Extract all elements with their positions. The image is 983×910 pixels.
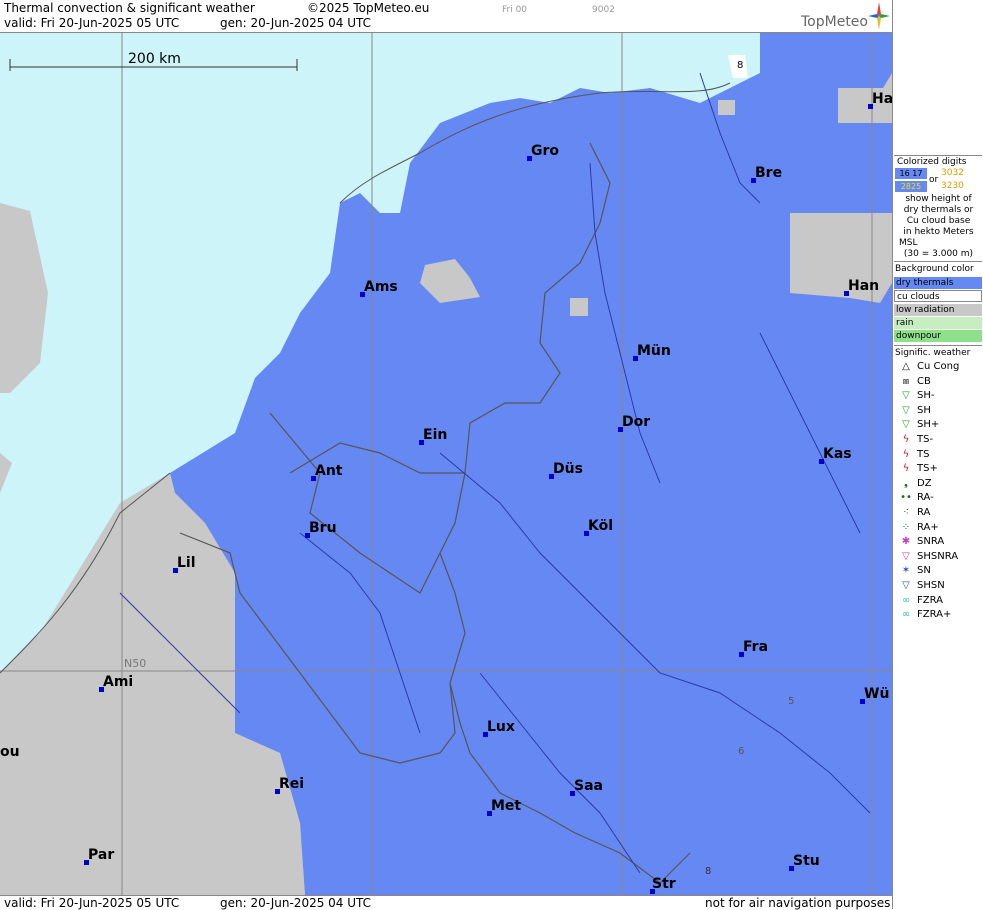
weather-symbol-icon: ⩎ <box>903 375 909 387</box>
weather-label: FZRA <box>917 594 943 606</box>
colorized-title: Colorized digits <box>897 157 967 167</box>
weather-legend-item: ✶ SN <box>895 564 931 578</box>
colorized-or: or <box>929 175 939 185</box>
compass-star-icon <box>868 2 890 30</box>
weather-symbol-icon: ▽ <box>902 404 910 416</box>
weather-title: Signific. weather <box>895 348 971 358</box>
weather-label: RA <box>917 507 931 518</box>
weather-legend-item: ▽ SH <box>895 404 931 418</box>
forecast-step: Fri 00 <box>502 5 528 15</box>
weather-label: SHSNRA <box>917 550 959 562</box>
legend-rain: rain <box>894 317 982 329</box>
generated-time: gen: 20-Jun-2025 04 UTC <box>220 16 372 30</box>
weather-legend-item: ⩎ CB <box>895 375 931 389</box>
colorized-sample-2: 3032 <box>941 168 964 178</box>
weather-symbol-icon: ϟ <box>902 434 910 445</box>
footer-valid-time: valid: Fri 20-Jun-2025 05 UTC <box>4 896 180 910</box>
footer-generated-time: gen: 20-Jun-2025 04 UTC <box>220 896 372 910</box>
weather-label: DZ <box>917 477 932 489</box>
colorized-sample-4: 3230 <box>941 181 964 191</box>
map-title: Thermal convection & significant weather <box>4 1 255 15</box>
weather-symbol-icon: ▽ <box>902 580 910 591</box>
weather-legend-item: ϟ TS- <box>895 433 933 447</box>
weather-label: SH- <box>917 390 935 402</box>
weather-legend-item: ϟ TS <box>895 448 930 462</box>
weather-legend-item: ✱ SNRA <box>895 535 944 549</box>
map-area: 200 km N50 8 8 5 6 Gro Bre Ha Ams Han Mü… <box>0 33 892 895</box>
weather-symbol-icon: ∞ <box>901 609 911 621</box>
weather-symbol-icon: ⁘ <box>901 521 911 533</box>
weather-symbol-icon: ⁖ <box>903 507 909 518</box>
map-canvas <box>0 33 892 895</box>
weather-label: Cu Cong <box>917 361 960 372</box>
weather-symbol-icon: ▽ <box>902 550 910 562</box>
legend-cu-clouds: cu clouds <box>894 290 982 302</box>
weather-symbol-icon: ϟ <box>902 463 910 475</box>
weather-legend-item: ⁘ RA+ <box>895 521 939 535</box>
weather-label: RA- <box>917 492 934 504</box>
weather-label: SNRA <box>917 536 945 548</box>
colorized-description: show height of dry thermals or Cu cloud … <box>899 194 974 259</box>
weather-legend-item: ∞ FZRA+ <box>895 608 952 622</box>
weather-symbol-icon: ▽ <box>902 390 910 402</box>
weather-label: SHSN <box>917 580 945 591</box>
map-footer: valid: Fri 20-Jun-2025 05 UTC gen: 20-Ju… <box>0 895 892 910</box>
legend-downpour: downpour <box>894 330 982 342</box>
legend-low-radiation: low radiation <box>894 304 982 316</box>
contour-digit: 6 <box>738 746 745 757</box>
weather-symbol-icon: ✱ <box>901 536 911 548</box>
copyright: ©2025 TopMeteo.eu <box>307 1 430 15</box>
weather-symbol-icon: ✶ <box>901 565 911 577</box>
weather-legend-item: ⁖ RA <box>895 506 930 520</box>
map-header: Thermal convection & significant weather… <box>0 0 892 33</box>
weather-legend-item: ∞ FZRA <box>895 594 943 608</box>
weather-legend-item: ❟ DZ <box>895 477 932 491</box>
weather-legend-item: ▽ SH+ <box>895 418 939 432</box>
contour-digit: 8 <box>737 60 744 71</box>
weather-legend-item: ▽ SHSN <box>895 579 945 593</box>
weather-symbol-icon: ❟ <box>904 477 908 489</box>
weather-symbol-icon: ∞ <box>901 594 911 606</box>
weather-symbol-icon: △ <box>902 361 910 372</box>
weather-label: TS <box>917 448 930 460</box>
legend-dry-thermals: dry thermals <box>894 277 982 289</box>
weather-label: FZRA+ <box>917 609 952 621</box>
disclaimer: not for air navigation purposes <box>705 896 891 910</box>
weather-symbol-icon: ▽ <box>902 419 910 431</box>
weather-label: CB <box>917 375 931 387</box>
background-title: Background color <box>895 264 974 274</box>
weather-legend-item: △ Cu Cong <box>895 360 959 374</box>
weather-legend-item: ▽ SH- <box>895 389 934 403</box>
weather-symbol-icon: ϟ <box>902 448 910 460</box>
latitude-label: N50 <box>124 657 147 670</box>
scale-label: 200 km <box>128 51 181 67</box>
weather-label: RA+ <box>917 521 939 533</box>
weather-symbol-icon: •• <box>900 492 912 504</box>
weather-legend-item: ▽ SHSNRA <box>895 550 958 564</box>
weather-legend-item: ϟ TS+ <box>895 462 938 476</box>
contour-digit: 5 <box>788 696 795 707</box>
weather-label: TS- <box>917 434 934 445</box>
chart-code: 9002 <box>592 5 615 15</box>
weather-label: SH <box>917 404 931 416</box>
weather-label: SN <box>917 565 931 577</box>
valid-time: valid: Fri 20-Jun-2025 05 UTC <box>4 16 180 30</box>
weather-label: TS+ <box>917 463 938 475</box>
colorized-sample-3: 2825 <box>895 181 927 192</box>
weather-legend-item: •• RA- <box>895 491 934 505</box>
logo-text: TopMeteo <box>801 14 868 30</box>
contour-digit: 8 <box>705 866 712 877</box>
weather-label: SH+ <box>917 419 940 431</box>
colorized-sample-1: 16 17 <box>895 168 927 179</box>
legend-panel: Colorized digits 16 17 2825 or 3032 3230… <box>892 0 983 909</box>
